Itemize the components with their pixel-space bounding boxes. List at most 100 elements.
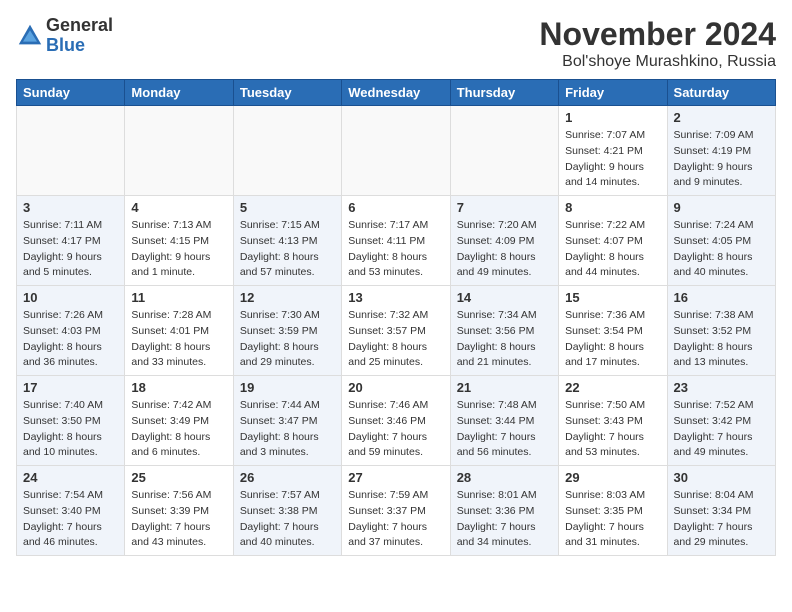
- day-info: Sunrise: 7:46 AM Sunset: 3:46 PM Dayligh…: [348, 398, 443, 461]
- week-row-5: 24Sunrise: 7:54 AM Sunset: 3:40 PM Dayli…: [17, 466, 776, 556]
- day-number: 9: [674, 200, 769, 215]
- header-saturday: Saturday: [667, 80, 775, 106]
- day-cell: 18 Sunrise: 7:42 AM Sunset: 3:49 PM Dayli…: [125, 376, 233, 466]
- day-number: 27: [348, 470, 443, 485]
- day-number: 25: [131, 470, 226, 485]
- day-info: Sunrise: 7:17 AM Sunset: 4:11 PM Dayligh…: [348, 218, 443, 281]
- day-cell: 22 Sunrise: 7:50 AM Sunset: 3:43 PM Dayli…: [559, 376, 667, 466]
- day-cell: 26 Sunrise: 7:57 AM Sunset: 3:38 PM Dayli…: [233, 466, 341, 556]
- day-cell: 15 Sunrise: 7:36 AM Sunset: 3:54 PM Dayli…: [559, 286, 667, 376]
- day-info: Sunrise: 7:40 AM Sunset: 3:50 PM Dayligh…: [23, 398, 118, 461]
- day-cell: 14 Sunrise: 7:34 AM Sunset: 3:56 PM Dayli…: [450, 286, 558, 376]
- day-number: 14: [457, 290, 552, 305]
- day-number: 30: [674, 470, 769, 485]
- week-row-4: 17 Sunrise: 7:40 AM Sunset: 3:50 PM Dayli…: [17, 376, 776, 466]
- day-number: 29: [565, 470, 660, 485]
- day-number: 13: [348, 290, 443, 305]
- day-info: Sunrise: 7:34 AM Sunset: 3:56 PM Dayligh…: [457, 308, 552, 371]
- day-number: 10: [23, 290, 118, 305]
- day-number: 7: [457, 200, 552, 215]
- day-number: 4: [131, 200, 226, 215]
- day-cell: 4 Sunrise: 7:13 AM Sunset: 4:15 PM Daylig…: [125, 196, 233, 286]
- header-thursday: Thursday: [450, 80, 558, 106]
- location-text: Bol'shoye Murashkino, Russia: [539, 53, 776, 71]
- day-info: Sunrise: 7:50 AM Sunset: 3:43 PM Dayligh…: [565, 398, 660, 461]
- day-info: Sunrise: 7:07 AM Sunset: 4:21 PM Dayligh…: [565, 128, 660, 191]
- logo-blue-text: Blue: [46, 36, 113, 56]
- day-cell: 29 Sunrise: 8:03 AM Sunset: 3:35 PM Dayli…: [559, 466, 667, 556]
- day-cell: 23 Sunrise: 7:52 AM Sunset: 3:42 PM Dayli…: [667, 376, 775, 466]
- day-cell: 20 Sunrise: 7:46 AM Sunset: 3:46 PM Dayli…: [342, 376, 450, 466]
- day-info: Sunrise: 7:22 AM Sunset: 4:07 PM Dayligh…: [565, 218, 660, 281]
- day-info: Sunrise: 7:09 AM Sunset: 4:19 PM Dayligh…: [674, 128, 769, 191]
- day-number: 17: [23, 380, 118, 395]
- day-cell: 16 Sunrise: 7:38 AM Sunset: 3:52 PM Dayli…: [667, 286, 775, 376]
- day-number: 22: [565, 380, 660, 395]
- month-year-title: November 2024: [539, 16, 776, 53]
- day-cell: [233, 106, 341, 196]
- day-info: Sunrise: 7:26 AM Sunset: 4:03 PM Dayligh…: [23, 308, 118, 371]
- day-cell: 24Sunrise: 7:54 AM Sunset: 3:40 PM Dayli…: [17, 466, 125, 556]
- day-info: Sunrise: 8:03 AM Sunset: 3:35 PM Dayligh…: [565, 488, 660, 551]
- day-cell: 6Sunrise: 7:17 AM Sunset: 4:11 PM Daylig…: [342, 196, 450, 286]
- day-number: 18: [131, 380, 226, 395]
- day-info: Sunrise: 7:20 AM Sunset: 4:09 PM Dayligh…: [457, 218, 552, 281]
- day-info: Sunrise: 7:54 AM Sunset: 3:40 PM Dayligh…: [23, 488, 118, 551]
- day-info: Sunrise: 7:57 AM Sunset: 3:38 PM Dayligh…: [240, 488, 335, 551]
- day-cell: [17, 106, 125, 196]
- logo-general-text: General: [46, 16, 113, 36]
- day-cell: 2 Sunrise: 7:09 AM Sunset: 4:19 PM Daylig…: [667, 106, 775, 196]
- day-number: 5: [240, 200, 335, 215]
- header-row: Sunday Monday Tuesday Wednesday Thursday…: [17, 80, 776, 106]
- day-cell: 8 Sunrise: 7:22 AM Sunset: 4:07 PM Daylig…: [559, 196, 667, 286]
- day-info: Sunrise: 7:42 AM Sunset: 3:49 PM Dayligh…: [131, 398, 226, 461]
- day-cell: 30Sunrise: 8:04 AM Sunset: 3:34 PM Dayli…: [667, 466, 775, 556]
- day-cell: 17 Sunrise: 7:40 AM Sunset: 3:50 PM Dayli…: [17, 376, 125, 466]
- day-cell: 9Sunrise: 7:24 AM Sunset: 4:05 PM Daylig…: [667, 196, 775, 286]
- day-info: Sunrise: 7:13 AM Sunset: 4:15 PM Dayligh…: [131, 218, 226, 281]
- day-cell: 5 Sunrise: 7:15 AM Sunset: 4:13 PM Daylig…: [233, 196, 341, 286]
- day-info: Sunrise: 7:28 AM Sunset: 4:01 PM Dayligh…: [131, 308, 226, 371]
- week-row-2: 3 Sunrise: 7:11 AM Sunset: 4:17 PM Daylig…: [17, 196, 776, 286]
- day-number: 16: [674, 290, 769, 305]
- header-monday: Monday: [125, 80, 233, 106]
- day-number: 15: [565, 290, 660, 305]
- day-cell: 11 Sunrise: 7:28 AM Sunset: 4:01 PM Dayli…: [125, 286, 233, 376]
- header-sunday: Sunday: [17, 80, 125, 106]
- day-info: Sunrise: 7:36 AM Sunset: 3:54 PM Dayligh…: [565, 308, 660, 371]
- day-cell: 27 Sunrise: 7:59 AM Sunset: 3:37 PM Dayli…: [342, 466, 450, 556]
- day-cell: 21Sunrise: 7:48 AM Sunset: 3:44 PM Dayli…: [450, 376, 558, 466]
- day-number: 23: [674, 380, 769, 395]
- day-info: Sunrise: 7:52 AM Sunset: 3:42 PM Dayligh…: [674, 398, 769, 461]
- week-row-1: 1 Sunrise: 7:07 AM Sunset: 4:21 PM Daylig…: [17, 106, 776, 196]
- day-number: 2: [674, 110, 769, 125]
- week-row-3: 10 Sunrise: 7:26 AM Sunset: 4:03 PM Dayli…: [17, 286, 776, 376]
- day-info: Sunrise: 7:44 AM Sunset: 3:47 PM Dayligh…: [240, 398, 335, 461]
- day-number: 28: [457, 470, 552, 485]
- day-number: 8: [565, 200, 660, 215]
- day-info: Sunrise: 7:59 AM Sunset: 3:37 PM Dayligh…: [348, 488, 443, 551]
- day-info: Sunrise: 7:32 AM Sunset: 3:57 PM Dayligh…: [348, 308, 443, 371]
- day-number: 21: [457, 380, 552, 395]
- logo-icon: [16, 22, 44, 50]
- day-number: 1: [565, 110, 660, 125]
- day-info: Sunrise: 7:15 AM Sunset: 4:13 PM Dayligh…: [240, 218, 335, 281]
- day-cell: 13 Sunrise: 7:32 AM Sunset: 3:57 PM Dayli…: [342, 286, 450, 376]
- day-number: 26: [240, 470, 335, 485]
- title-section: November 2024 Bol'shoye Murashkino, Russ…: [539, 16, 776, 71]
- header-tuesday: Tuesday: [233, 80, 341, 106]
- day-number: 20: [348, 380, 443, 395]
- day-cell: 1 Sunrise: 7:07 AM Sunset: 4:21 PM Daylig…: [559, 106, 667, 196]
- day-cell: [125, 106, 233, 196]
- day-cell: 19Sunrise: 7:44 AM Sunset: 3:47 PM Dayli…: [233, 376, 341, 466]
- day-info: Sunrise: 7:30 AM Sunset: 3:59 PM Dayligh…: [240, 308, 335, 371]
- day-info: Sunrise: 7:38 AM Sunset: 3:52 PM Dayligh…: [674, 308, 769, 371]
- page-header: General Blue November 2024 Bol'shoye Mur…: [16, 16, 776, 71]
- day-cell: 10 Sunrise: 7:26 AM Sunset: 4:03 PM Dayli…: [17, 286, 125, 376]
- day-cell: 12Sunrise: 7:30 AM Sunset: 3:59 PM Dayli…: [233, 286, 341, 376]
- day-number: 3: [23, 200, 118, 215]
- header-friday: Friday: [559, 80, 667, 106]
- day-info: Sunrise: 7:11 AM Sunset: 4:17 PM Dayligh…: [23, 218, 118, 281]
- calendar-table: Sunday Monday Tuesday Wednesday Thursday…: [16, 79, 776, 556]
- day-number: 11: [131, 290, 226, 305]
